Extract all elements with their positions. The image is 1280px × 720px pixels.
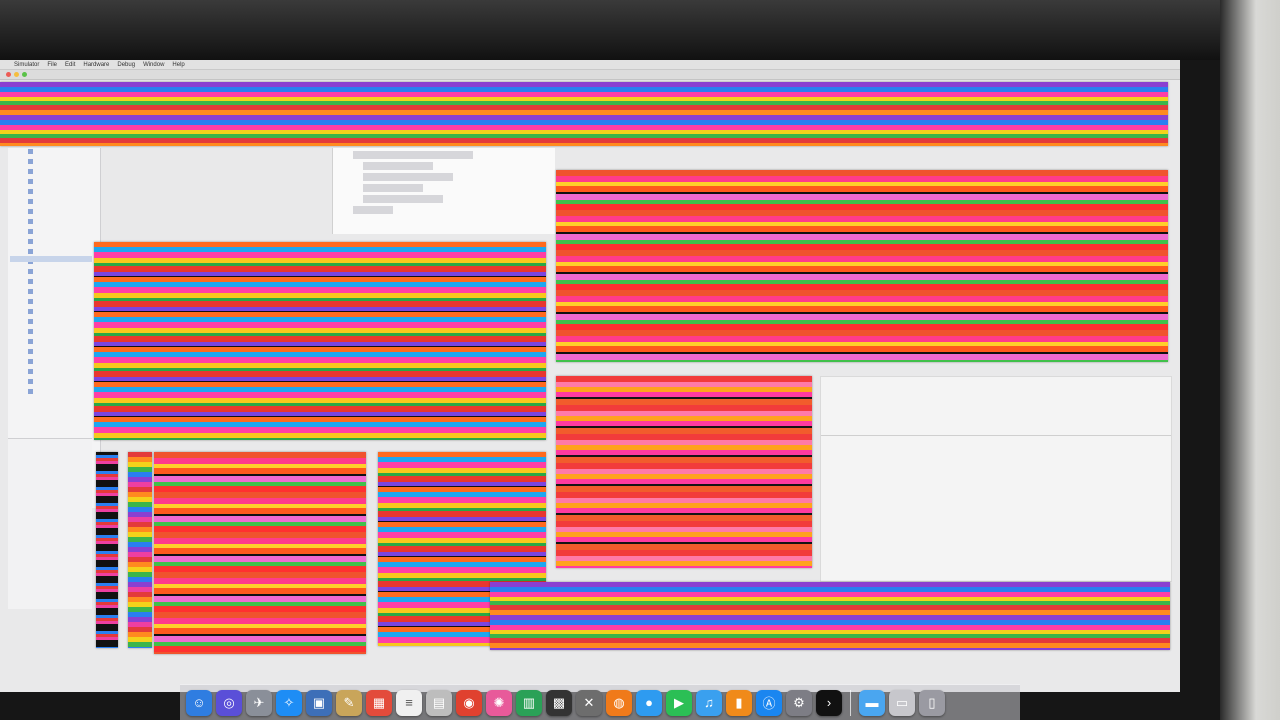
nav-row[interactable]: [28, 199, 100, 208]
nav-row[interactable]: [28, 279, 100, 288]
inspector-panel[interactable]: [820, 376, 1172, 582]
menu-help[interactable]: Help: [172, 62, 184, 68]
nav-row[interactable]: [28, 289, 100, 298]
menu-hardware[interactable]: Hardware: [83, 62, 109, 68]
glitched-gutter-region: [96, 452, 118, 648]
textedit-icon[interactable]: ≡: [396, 689, 422, 716]
dock: ☺ ◎ ✈ ✧ ▣ ✎ ▦ ≡ ▤ ◉ ✺ ▥ ▩ ✕ ◍ ● ▶ ♫ ▮ Ⓐ …: [180, 684, 1020, 720]
menu-simulator[interactable]: Simulator: [14, 62, 39, 68]
siri-icon[interactable]: ◎: [216, 689, 242, 716]
code-line: [363, 162, 433, 170]
zoom-window-button[interactable]: [22, 72, 27, 77]
nav-row[interactable]: [28, 229, 100, 238]
screenshots-folder-icon[interactable]: ▭: [889, 689, 915, 716]
preview-icon[interactable]: ▣: [306, 689, 332, 716]
code-line: [363, 173, 453, 181]
glitched-bottom-region: [490, 582, 1170, 650]
navigator-selected-row[interactable]: [10, 256, 92, 262]
firefox-icon[interactable]: ◍: [606, 689, 632, 716]
nav-row[interactable]: [28, 309, 100, 318]
ibooks-icon[interactable]: ▮: [726, 689, 752, 716]
code-line: [363, 195, 443, 203]
nav-row[interactable]: [28, 169, 100, 178]
window-controls: [6, 72, 27, 77]
finder-icon[interactable]: ☺: [186, 689, 212, 716]
messages-icon[interactable]: ●: [636, 689, 662, 716]
nav-row[interactable]: [28, 339, 100, 348]
glitched-log-region: [154, 452, 366, 654]
nav-row[interactable]: [28, 149, 100, 158]
menu-file[interactable]: File: [47, 62, 57, 68]
code-line: [353, 151, 473, 159]
code-line: [353, 206, 393, 214]
chrome-icon[interactable]: ◉: [456, 689, 482, 716]
mac-screen: Simulator File Edit Hardware Debug Windo…: [0, 60, 1180, 692]
photo-booth-icon[interactable]: ▩: [546, 689, 572, 716]
nav-row[interactable]: [28, 319, 100, 328]
glitched-navigator-region: [94, 242, 546, 440]
nav-row[interactable]: [28, 349, 100, 358]
code-line: [363, 184, 423, 192]
menu-debug[interactable]: Debug: [117, 62, 135, 68]
menu-window[interactable]: Window: [143, 62, 164, 68]
nav-row[interactable]: [28, 239, 100, 248]
nav-row[interactable]: [28, 269, 100, 278]
nav-row[interactable]: [28, 329, 100, 338]
downloads-folder-icon[interactable]: ▬: [859, 689, 885, 716]
itunes-icon[interactable]: ♫: [696, 689, 722, 716]
launchpad-icon[interactable]: ✈: [246, 689, 272, 716]
app-store-icon[interactable]: Ⓐ: [756, 689, 782, 716]
nav-row[interactable]: [28, 219, 100, 228]
close-window-button[interactable]: [6, 72, 11, 77]
glitched-sidebar-strip: [128, 452, 152, 648]
facetime-icon[interactable]: ▶: [666, 689, 692, 716]
dock-separator: [850, 689, 851, 716]
nav-row[interactable]: [28, 369, 100, 378]
color-picker-icon[interactable]: ✺: [486, 689, 512, 716]
nav-row[interactable]: [28, 359, 100, 368]
nav-row[interactable]: [28, 209, 100, 218]
background-wall: [1220, 0, 1280, 720]
nav-row[interactable]: [28, 189, 100, 198]
monitor-bezel: [0, 0, 1280, 60]
nav-row[interactable]: [28, 179, 100, 188]
nav-row[interactable]: [28, 389, 100, 398]
document-icon[interactable]: ▤: [426, 689, 452, 716]
debug-area[interactable]: [8, 438, 92, 609]
glitched-toolbar-region: [0, 82, 1168, 146]
window-titlebar: [0, 70, 1180, 80]
menu-bar: Simulator File Edit Hardware Debug Windo…: [0, 60, 1180, 70]
nav-row[interactable]: [28, 159, 100, 168]
trash-icon[interactable]: ▯: [919, 689, 945, 716]
panel-divider: [821, 435, 1171, 436]
activity-monitor-icon[interactable]: ▥: [516, 689, 542, 716]
terminal-icon[interactable]: ›: [816, 689, 842, 716]
notes-icon[interactable]: ✎: [336, 689, 362, 716]
code-editor[interactable]: [332, 148, 555, 234]
glitched-console-region: [556, 376, 812, 568]
glitched-editor-region: [556, 170, 1168, 362]
safari-icon[interactable]: ✧: [276, 689, 302, 716]
menu-edit[interactable]: Edit: [65, 62, 75, 68]
calendar-icon[interactable]: ▦: [366, 689, 392, 716]
nav-row[interactable]: [28, 299, 100, 308]
xcode-instruments-icon[interactable]: ✕: [576, 689, 602, 716]
nav-row[interactable]: [28, 379, 100, 388]
system-preferences-icon[interactable]: ⚙: [786, 689, 812, 716]
minimize-window-button[interactable]: [14, 72, 19, 77]
